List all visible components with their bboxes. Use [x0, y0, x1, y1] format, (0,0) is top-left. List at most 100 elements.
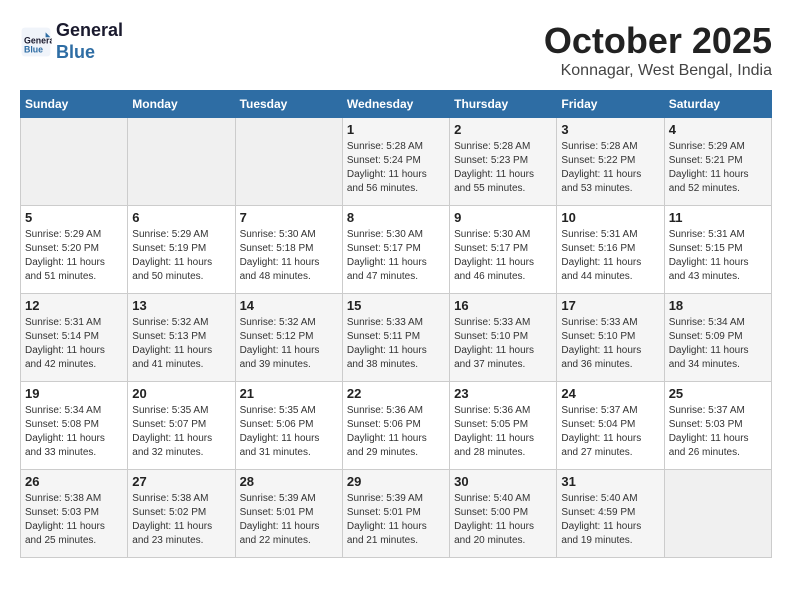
day-info: Sunrise: 5:31 AMSunset: 5:15 PMDaylight:… [669, 228, 767, 284]
calendar-cell: 4 Sunrise: 5:29 AMSunset: 5:21 PMDaylight… [664, 118, 771, 206]
location: Konnagar, West Bengal, India [544, 62, 772, 80]
calendar-cell: 1 Sunrise: 5:28 AMSunset: 5:24 PMDaylight… [342, 118, 449, 206]
logo-icon: General Blue [20, 26, 52, 58]
calendar-cell: 12 Sunrise: 5:31 AMSunset: 5:14 PMDayligh… [21, 294, 128, 382]
calendar-cell: 21 Sunrise: 5:35 AMSunset: 5:06 PMDayligh… [235, 382, 342, 470]
weekday-header-saturday: Saturday [664, 91, 771, 118]
day-number: 17 [561, 298, 659, 313]
day-number: 12 [25, 298, 123, 313]
weekday-header-friday: Friday [557, 91, 664, 118]
calendar-cell: 7Sunrise: 5:30 AMSunset: 5:18 PMDaylight… [235, 206, 342, 294]
calendar-cell: 11 Sunrise: 5:31 AMSunset: 5:15 PMDayligh… [664, 206, 771, 294]
day-info: Sunrise: 5:28 AMSunset: 5:22 PMDaylight:… [561, 140, 659, 196]
day-info: Sunrise: 5:33 AMSunset: 5:10 PMDaylight:… [561, 316, 659, 372]
day-number: 21 [240, 386, 338, 401]
calendar-cell: 29 Sunrise: 5:39 AMSunset: 5:01 PMDayligh… [342, 470, 449, 558]
calendar-week-4: 19 Sunrise: 5:34 AMSunset: 5:08 PMDayligh… [21, 382, 772, 470]
day-info: Sunrise: 5:31 AMSunset: 5:16 PMDaylight:… [561, 228, 659, 284]
calendar-cell: 15Sunrise: 5:33 AMSunset: 5:11 PMDayligh… [342, 294, 449, 382]
calendar-cell: 22 Sunrise: 5:36 AMSunset: 5:06 PMDayligh… [342, 382, 449, 470]
weekday-header-tuesday: Tuesday [235, 91, 342, 118]
day-info: Sunrise: 5:38 AMSunset: 5:03 PMDaylight:… [25, 492, 123, 548]
calendar-cell: 23Sunrise: 5:36 AMSunset: 5:05 PMDayligh… [450, 382, 557, 470]
logo: General Blue General Blue [20, 20, 123, 63]
calendar-cell: 28 Sunrise: 5:39 AMSunset: 5:01 PMDayligh… [235, 470, 342, 558]
calendar-cell: 26 Sunrise: 5:38 AMSunset: 5:03 PMDayligh… [21, 470, 128, 558]
weekday-header-row: SundayMondayTuesdayWednesdayThursdayFrid… [21, 91, 772, 118]
day-number: 6 [132, 210, 230, 225]
svg-text:Blue: Blue [24, 44, 43, 54]
day-number: 22 [347, 386, 445, 401]
day-info: Sunrise: 5:32 AMSunset: 5:12 PMDaylight:… [240, 316, 338, 372]
title-block: October 2025 Konnagar, West Bengal, Indi… [544, 20, 772, 80]
calendar-cell [235, 118, 342, 206]
day-number: 19 [25, 386, 123, 401]
day-info: Sunrise: 5:36 AMSunset: 5:06 PMDaylight:… [347, 404, 445, 460]
day-number: 29 [347, 474, 445, 489]
day-number: 27 [132, 474, 230, 489]
day-info: Sunrise: 5:28 AMSunset: 5:24 PMDaylight:… [347, 140, 445, 196]
calendar-week-1: 1 Sunrise: 5:28 AMSunset: 5:24 PMDaylight… [21, 118, 772, 206]
calendar-cell: 25Sunrise: 5:37 AMSunset: 5:03 PMDayligh… [664, 382, 771, 470]
calendar-cell: 31 Sunrise: 5:40 AMSunset: 4:59 PMDayligh… [557, 470, 664, 558]
day-number: 4 [669, 122, 767, 137]
calendar-cell: 18 Sunrise: 5:34 AMSunset: 5:09 PMDayligh… [664, 294, 771, 382]
calendar-table: SundayMondayTuesdayWednesdayThursdayFrid… [20, 90, 772, 558]
day-info: Sunrise: 5:37 AMSunset: 5:04 PMDaylight:… [561, 404, 659, 460]
month-title: October 2025 [544, 20, 772, 62]
day-number: 14 [240, 298, 338, 313]
day-number: 10 [561, 210, 659, 225]
day-info: Sunrise: 5:34 AMSunset: 5:08 PMDaylight:… [25, 404, 123, 460]
day-number: 11 [669, 210, 767, 225]
day-info: Sunrise: 5:31 AMSunset: 5:14 PMDaylight:… [25, 316, 123, 372]
day-info: Sunrise: 5:34 AMSunset: 5:09 PMDaylight:… [669, 316, 767, 372]
calendar-cell: 2Sunrise: 5:28 AMSunset: 5:23 PMDaylight… [450, 118, 557, 206]
calendar-cell [21, 118, 128, 206]
day-info: Sunrise: 5:40 AMSunset: 5:00 PMDaylight:… [454, 492, 552, 548]
day-number: 8 [347, 210, 445, 225]
day-info: Sunrise: 5:36 AMSunset: 5:05 PMDaylight:… [454, 404, 552, 460]
day-number: 25 [669, 386, 767, 401]
calendar-cell: 6 Sunrise: 5:29 AMSunset: 5:19 PMDaylight… [128, 206, 235, 294]
calendar-cell [664, 470, 771, 558]
weekday-header-wednesday: Wednesday [342, 91, 449, 118]
logo-line1: General [56, 20, 123, 42]
day-number: 16 [454, 298, 552, 313]
calendar-cell: 3Sunrise: 5:28 AMSunset: 5:22 PMDaylight… [557, 118, 664, 206]
calendar-cell: 17 Sunrise: 5:33 AMSunset: 5:10 PMDayligh… [557, 294, 664, 382]
calendar-week-3: 12 Sunrise: 5:31 AMSunset: 5:14 PMDayligh… [21, 294, 772, 382]
calendar-cell: 24Sunrise: 5:37 AMSunset: 5:04 PMDayligh… [557, 382, 664, 470]
weekday-header-thursday: Thursday [450, 91, 557, 118]
page-header: General Blue General Blue October 2025 K… [20, 20, 772, 80]
day-info: Sunrise: 5:33 AMSunset: 5:11 PMDaylight:… [347, 316, 445, 372]
day-number: 30 [454, 474, 552, 489]
day-number: 28 [240, 474, 338, 489]
weekday-header-monday: Monday [128, 91, 235, 118]
calendar-cell: 19 Sunrise: 5:34 AMSunset: 5:08 PMDayligh… [21, 382, 128, 470]
day-number: 5 [25, 210, 123, 225]
day-info: Sunrise: 5:38 AMSunset: 5:02 PMDaylight:… [132, 492, 230, 548]
day-info: Sunrise: 5:29 AMSunset: 5:19 PMDaylight:… [132, 228, 230, 284]
day-info: Sunrise: 5:29 AMSunset: 5:21 PMDaylight:… [669, 140, 767, 196]
calendar-cell: 13 Sunrise: 5:32 AMSunset: 5:13 PMDayligh… [128, 294, 235, 382]
day-info: Sunrise: 5:28 AMSunset: 5:23 PMDaylight:… [454, 140, 552, 196]
day-info: Sunrise: 5:35 AMSunset: 5:06 PMDaylight:… [240, 404, 338, 460]
day-info: Sunrise: 5:39 AMSunset: 5:01 PMDaylight:… [347, 492, 445, 548]
day-number: 31 [561, 474, 659, 489]
calendar-cell: 30 Sunrise: 5:40 AMSunset: 5:00 PMDayligh… [450, 470, 557, 558]
calendar-cell: 5 Sunrise: 5:29 AMSunset: 5:20 PMDaylight… [21, 206, 128, 294]
calendar-cell: 27 Sunrise: 5:38 AMSunset: 5:02 PMDayligh… [128, 470, 235, 558]
calendar-cell: 8Sunrise: 5:30 AMSunset: 5:17 PMDaylight… [342, 206, 449, 294]
day-info: Sunrise: 5:40 AMSunset: 4:59 PMDaylight:… [561, 492, 659, 548]
day-number: 13 [132, 298, 230, 313]
calendar-cell: 16Sunrise: 5:33 AMSunset: 5:10 PMDayligh… [450, 294, 557, 382]
calendar-week-5: 26 Sunrise: 5:38 AMSunset: 5:03 PMDayligh… [21, 470, 772, 558]
day-number: 26 [25, 474, 123, 489]
calendar-week-2: 5 Sunrise: 5:29 AMSunset: 5:20 PMDaylight… [21, 206, 772, 294]
day-info: Sunrise: 5:39 AMSunset: 5:01 PMDaylight:… [240, 492, 338, 548]
day-number: 18 [669, 298, 767, 313]
day-info: Sunrise: 5:29 AMSunset: 5:20 PMDaylight:… [25, 228, 123, 284]
day-number: 20 [132, 386, 230, 401]
day-number: 1 [347, 122, 445, 137]
day-info: Sunrise: 5:32 AMSunset: 5:13 PMDaylight:… [132, 316, 230, 372]
